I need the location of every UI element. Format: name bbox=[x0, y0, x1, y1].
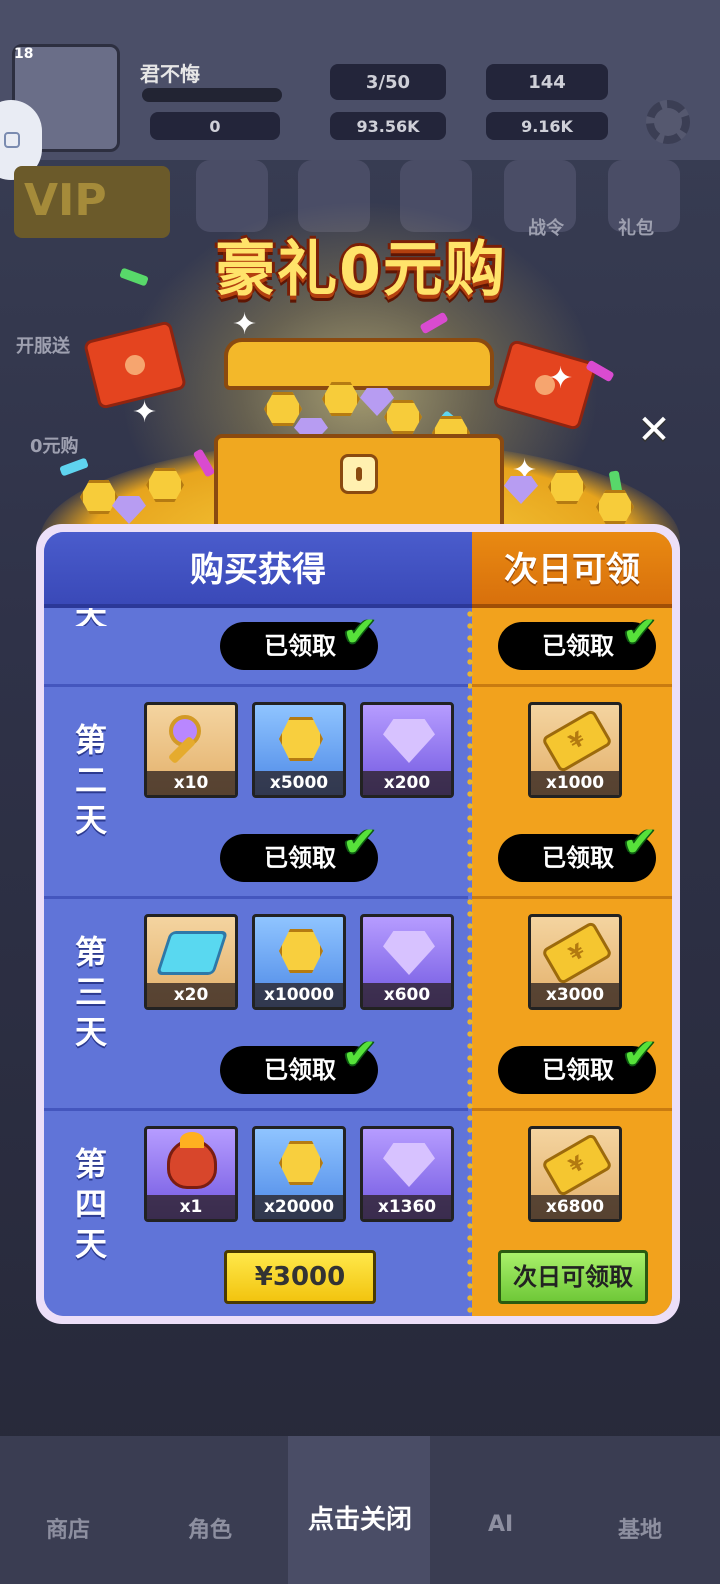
close-icon[interactable]: ✕ bbox=[632, 408, 676, 452]
item-count: x10 bbox=[147, 771, 235, 795]
item-count: x1 bbox=[147, 1195, 235, 1219]
claimed-label: 已领取 bbox=[264, 1056, 336, 1084]
gem-icon bbox=[383, 1143, 435, 1187]
item-count: x1360 bbox=[363, 1195, 451, 1219]
tab-ai: AI bbox=[488, 1512, 514, 1537]
popup-title: 豪礼0元购 bbox=[215, 235, 507, 305]
gem-icon bbox=[383, 931, 435, 975]
chat-icon bbox=[4, 132, 20, 148]
gold-coin-icon bbox=[279, 1141, 323, 1185]
energy-counter: 3/50 bbox=[330, 64, 446, 100]
ticket-counter: 144 bbox=[486, 64, 608, 100]
reward-panel-inner: 购买获得 次日可领 天 已领取 ✔ 已领取 ✔ 第二天 x10 x5000 x2… bbox=[44, 532, 672, 1316]
item-count: x10000 bbox=[255, 983, 343, 1007]
ticket-icon bbox=[541, 920, 613, 986]
level-badge: 18 bbox=[14, 46, 34, 62]
header-next-day: 次日可领 bbox=[472, 532, 672, 608]
reward-item[interactable]: x3000 bbox=[528, 914, 622, 1010]
claimed-label: 已领取 bbox=[542, 1056, 614, 1084]
lock-icon bbox=[340, 454, 378, 494]
gear-icon[interactable] bbox=[646, 100, 690, 144]
gem-icon bbox=[383, 719, 435, 763]
ticket-icon bbox=[541, 1132, 613, 1198]
claim-next-day-button[interactable]: 次日可领取 bbox=[498, 1250, 648, 1304]
check-icon: ✔ bbox=[342, 817, 378, 866]
reward-item[interactable]: x10000 bbox=[252, 914, 346, 1010]
gold-coin-icon bbox=[384, 400, 422, 434]
claimed-label: 已领取 bbox=[264, 632, 336, 660]
item-count: x5000 bbox=[255, 771, 343, 795]
diamond-counter: 0 bbox=[150, 112, 280, 140]
treasure-chest bbox=[214, 338, 504, 538]
tab-base: 基地 bbox=[618, 1518, 663, 1543]
gold-coin-icon bbox=[279, 717, 323, 761]
reward-item[interactable]: x1360 bbox=[360, 1126, 454, 1222]
reward-item[interactable]: x20000 bbox=[252, 1126, 346, 1222]
reward-item[interactable]: x200 bbox=[360, 702, 454, 798]
day-label: 第四天 bbox=[74, 1145, 107, 1263]
check-icon: ✔ bbox=[622, 607, 658, 656]
day-label: 第二天 bbox=[74, 721, 107, 839]
gold-counter: 93.56K bbox=[330, 112, 446, 140]
reward-item[interactable]: x600 bbox=[360, 914, 454, 1010]
item-count: x1000 bbox=[531, 771, 619, 795]
item-count: x20 bbox=[147, 983, 235, 1007]
row-separator bbox=[44, 684, 672, 687]
sparkle-icon: ✦ bbox=[232, 307, 258, 342]
claimed-label: 已领取 bbox=[264, 844, 336, 872]
check-icon: ✔ bbox=[342, 607, 378, 656]
item-count: x20000 bbox=[255, 1195, 343, 1219]
sparkle-icon: ✦ bbox=[132, 395, 158, 430]
chest-lid bbox=[224, 338, 494, 390]
reward-item[interactable]: x1 bbox=[144, 1126, 238, 1222]
item-count: x6800 bbox=[531, 1195, 619, 1219]
ticket-icon bbox=[541, 708, 613, 774]
side-label: 0元购 bbox=[30, 436, 79, 457]
day-label: 天 bbox=[66, 608, 116, 626]
gold-coin-icon bbox=[279, 929, 323, 973]
buy-button[interactable]: ¥3000 bbox=[224, 1250, 376, 1304]
reward-panel: 购买获得 次日可领 天 已领取 ✔ 已领取 ✔ 第二天 x10 x5000 x2… bbox=[36, 524, 680, 1324]
row-separator bbox=[44, 896, 672, 899]
check-icon: ✔ bbox=[622, 1029, 658, 1078]
tab-shop: 商店 bbox=[46, 1518, 91, 1543]
claimed-label: 已领取 bbox=[542, 844, 614, 872]
gem-counter: 9.16K bbox=[486, 112, 608, 140]
dragon-pet-icon bbox=[167, 1132, 217, 1189]
header-purchase: 购买获得 bbox=[44, 532, 472, 608]
item-count: x3000 bbox=[531, 983, 619, 1007]
side-label: 开服送 bbox=[16, 336, 70, 357]
day-label: 第三天 bbox=[74, 933, 107, 1051]
column-divider bbox=[466, 608, 474, 1316]
row-separator bbox=[44, 1108, 672, 1111]
claimed-label: 已领取 bbox=[542, 632, 614, 660]
item-count: x600 bbox=[363, 983, 451, 1007]
crystal-book-icon bbox=[155, 931, 229, 975]
exp-bar bbox=[142, 88, 282, 102]
tap-to-close[interactable]: 点击关闭 bbox=[280, 1500, 440, 1540]
side-label: 礼包 bbox=[618, 218, 654, 239]
tab-role: 角色 bbox=[188, 1518, 233, 1543]
check-icon: ✔ bbox=[342, 1029, 378, 1078]
reward-item[interactable]: x5000 bbox=[252, 702, 346, 798]
reward-item[interactable]: x1000 bbox=[528, 702, 622, 798]
sparkle-icon: ✦ bbox=[548, 361, 574, 396]
reward-item[interactable]: x10 bbox=[144, 702, 238, 798]
item-count: x200 bbox=[363, 771, 451, 795]
reward-item[interactable]: x20 bbox=[144, 914, 238, 1010]
player-name: 君不悔 bbox=[140, 62, 200, 86]
gold-coin-icon bbox=[264, 392, 302, 426]
check-icon: ✔ bbox=[622, 817, 658, 866]
reward-item[interactable]: x6800 bbox=[528, 1126, 622, 1222]
